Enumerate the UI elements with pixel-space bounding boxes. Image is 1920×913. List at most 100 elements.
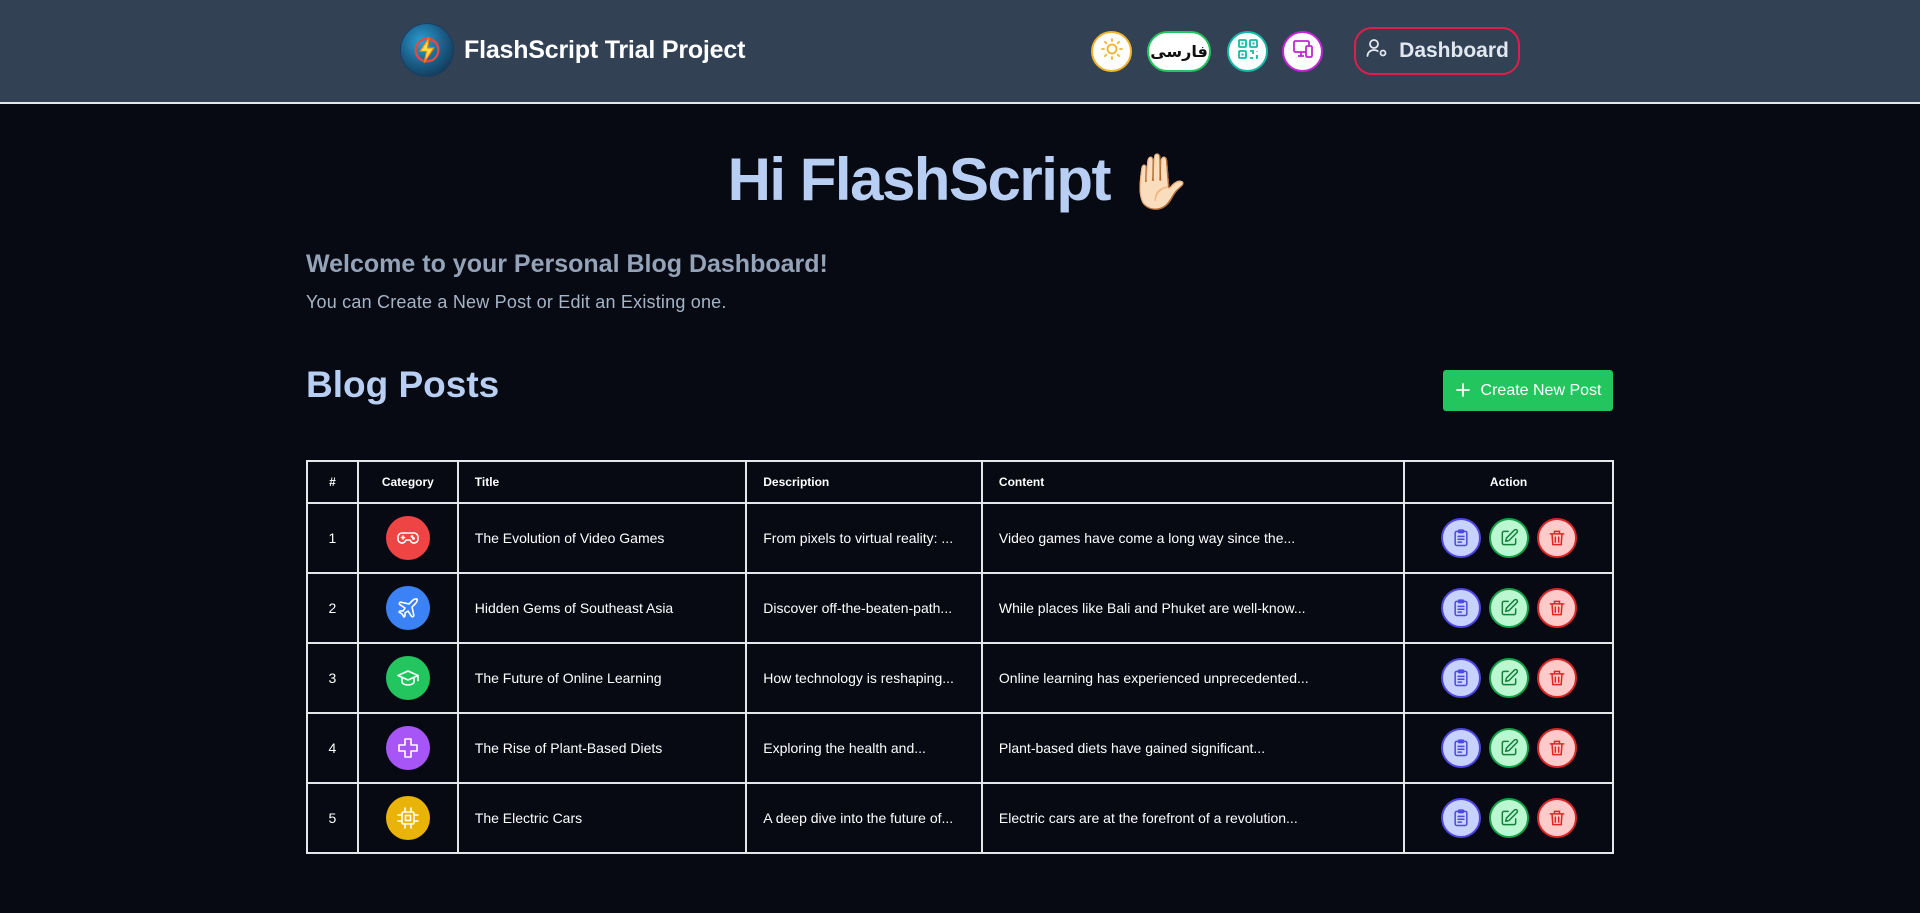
row-number: 5 — [306, 782, 359, 854]
sun-icon — [1100, 37, 1124, 66]
category-cell — [356, 572, 459, 644]
top-navbar: FlashScript Trial Project فارسی Dashboar… — [0, 0, 1920, 104]
plus-icon — [1455, 380, 1471, 402]
edit-post-button[interactable] — [1488, 588, 1529, 628]
view-post-button[interactable] — [1440, 518, 1481, 558]
view-post-button[interactable] — [1440, 798, 1481, 838]
post-content: Plant-based diets have gained significan… — [980, 712, 1406, 784]
row-number: 2 — [306, 572, 359, 644]
delete-post-button[interactable] — [1536, 728, 1577, 768]
qr-code-icon — [1236, 37, 1260, 66]
trash-icon — [1549, 740, 1564, 756]
clipboard-view-icon — [1453, 529, 1468, 547]
post-description: Discover off-the-beaten-path... — [745, 572, 983, 644]
post-title: The Future of Online Learning — [456, 642, 748, 714]
view-post-button[interactable] — [1440, 658, 1481, 698]
clipboard-view-icon — [1453, 809, 1468, 827]
table-row: 2 Hidden Gems of Southeast Asia Discover… — [306, 572, 1614, 644]
language-switch-button[interactable]: فارسی — [1147, 31, 1211, 72]
clipboard-view-icon — [1453, 599, 1468, 617]
table-row: 4 The Rise of Plant-Based Diets Explorin… — [306, 712, 1614, 784]
post-description: A deep dive into the future of... — [745, 782, 983, 854]
airplane-icon — [385, 586, 430, 630]
brand-link[interactable]: FlashScript Trial Project — [400, 22, 745, 78]
theme-toggle-button[interactable] — [1091, 31, 1132, 72]
welcome-subtitle: You can Create a New Post or Edit an Exi… — [306, 292, 727, 312]
create-new-post-button[interactable]: Create New Post — [1443, 370, 1613, 411]
post-content: While places like Bali and Phuket are we… — [980, 572, 1406, 644]
row-number: 3 — [306, 642, 359, 714]
trash-icon — [1549, 810, 1564, 826]
row-number: 4 — [306, 712, 359, 784]
user-settings-icon — [1365, 36, 1389, 66]
greeting-heading: Hi FlashScript ✋🏻 — [0, 145, 1920, 214]
row-number: 1 — [306, 502, 359, 574]
graduation-cap-icon — [385, 656, 430, 700]
language-label: فارسی — [1150, 42, 1208, 61]
column-header-content: Content — [980, 460, 1406, 504]
blog-posts-table: # Category Title Description Content Act… — [306, 460, 1614, 854]
edit-note-icon — [1501, 808, 1518, 826]
edit-post-button[interactable] — [1488, 798, 1529, 838]
view-post-button[interactable] — [1440, 588, 1481, 628]
edit-post-button[interactable] — [1488, 658, 1529, 698]
column-header-title: Title — [456, 460, 748, 504]
welcome-title: Welcome to your Personal Blog Dashboard! — [306, 250, 828, 278]
action-cell — [1403, 572, 1614, 644]
app-title: FlashScript Trial Project — [464, 35, 746, 64]
trash-icon — [1549, 600, 1564, 616]
category-cell — [356, 712, 459, 784]
dashboard-button[interactable]: Dashboard — [1354, 27, 1520, 75]
column-header-category: Category — [356, 460, 459, 504]
post-title: Hidden Gems of Southeast Asia — [456, 572, 748, 644]
dashboard-label: Dashboard — [1399, 39, 1509, 62]
post-title: The Electric Cars — [456, 782, 748, 854]
lightning-logo-icon — [400, 23, 454, 77]
post-content: Electric cars are at the forefront of a … — [980, 782, 1406, 854]
post-description: Exploring the health and... — [745, 712, 983, 784]
trash-icon — [1549, 530, 1564, 546]
post-content: Online learning has experienced unpreced… — [980, 642, 1406, 714]
gamepad-icon — [385, 516, 430, 560]
table-row: 3 The Future of Online Learning How tech… — [306, 642, 1614, 714]
waving-hand-icon: ✋🏻 — [1125, 152, 1193, 212]
chip-icon — [385, 796, 430, 840]
table-header-row: # Category Title Description Content Act… — [306, 460, 1614, 504]
edit-note-icon — [1501, 738, 1518, 756]
edit-post-button[interactable] — [1488, 728, 1529, 768]
category-cell — [356, 642, 459, 714]
action-cell — [1403, 712, 1614, 784]
table-row: 1 The Evolution of Video Games From pixe… — [306, 502, 1614, 574]
action-cell — [1403, 642, 1614, 714]
health-cross-icon — [385, 726, 430, 770]
post-title: The Evolution of Video Games — [456, 502, 748, 574]
edit-note-icon — [1501, 668, 1518, 686]
devices-icon — [1291, 37, 1315, 66]
greeting-text: Hi FlashScript — [727, 146, 1112, 213]
delete-post-button[interactable] — [1536, 588, 1577, 628]
post-description: From pixels to virtual reality: ... — [745, 502, 983, 574]
create-new-post-label: Create New Post — [1480, 381, 1602, 399]
post-content: Video games have come a long way since t… — [980, 502, 1406, 574]
delete-post-button[interactable] — [1536, 518, 1577, 558]
column-header-number: # — [306, 460, 359, 504]
action-cell — [1403, 782, 1614, 854]
delete-post-button[interactable] — [1536, 658, 1577, 698]
table-row: 5 The Electric Cars A deep dive into the… — [306, 782, 1614, 854]
edit-note-icon — [1501, 528, 1518, 546]
post-description: How technology is reshaping... — [745, 642, 983, 714]
post-title: The Rise of Plant-Based Diets — [456, 712, 748, 784]
edit-post-button[interactable] — [1488, 518, 1529, 558]
category-cell — [356, 502, 459, 574]
blog-posts-title: Blog Posts — [306, 364, 500, 405]
category-cell — [356, 782, 459, 854]
column-header-action: Action — [1403, 460, 1614, 504]
action-cell — [1403, 502, 1614, 574]
column-header-description: Description — [745, 460, 983, 504]
trash-icon — [1549, 670, 1564, 686]
device-preview-button[interactable] — [1282, 31, 1323, 72]
qr-code-button[interactable] — [1227, 31, 1268, 72]
clipboard-view-icon — [1453, 739, 1468, 757]
delete-post-button[interactable] — [1536, 798, 1577, 838]
view-post-button[interactable] — [1440, 728, 1481, 768]
